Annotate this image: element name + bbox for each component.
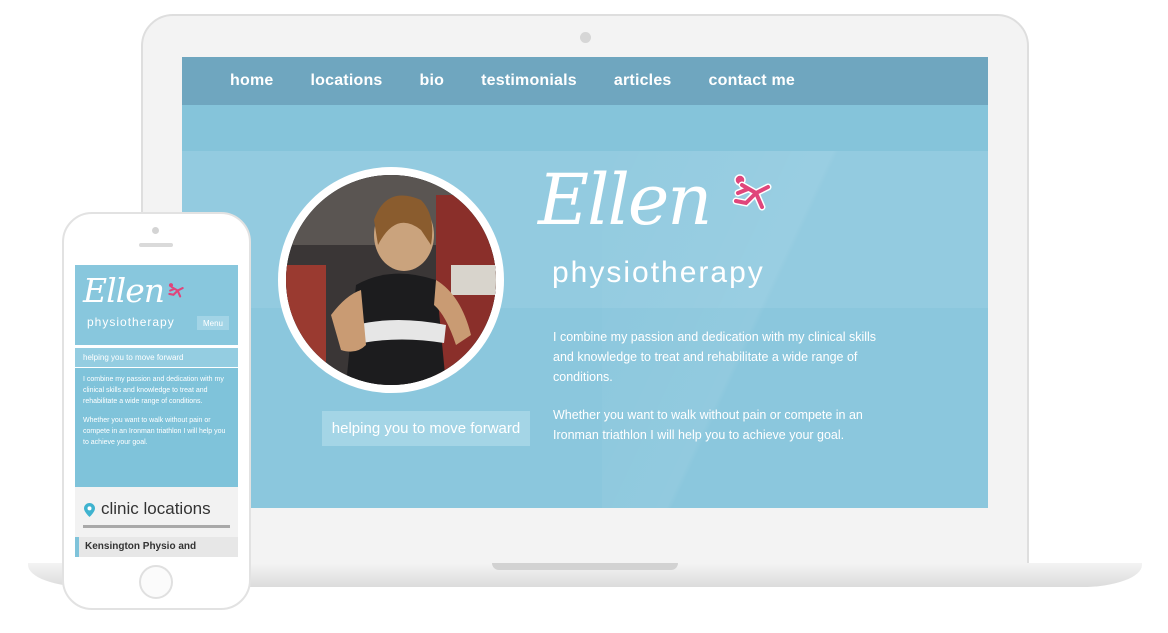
runner-photo-image: [286, 175, 496, 385]
heading-divider: [83, 525, 230, 528]
band-top: [182, 105, 988, 151]
main-nav: home locations bio testimonials articles…: [182, 57, 988, 105]
nav-bio[interactable]: bio: [420, 72, 445, 90]
nav-articles[interactable]: articles: [614, 72, 672, 90]
mobile-paragraph-2: Whether you want to walk without pain or…: [83, 417, 226, 446]
brand-logo: Ellen: [538, 159, 712, 241]
mobile-brand-subtitle: physiotherapy: [87, 315, 175, 329]
mobile-brand-logo: Ellen: [83, 271, 165, 310]
clinic-locations-heading: clinic locations: [101, 499, 211, 518]
profile-photo: [278, 167, 504, 393]
mobile-menu-button[interactable]: Menu: [197, 316, 229, 330]
mobile-header: Ellen physiotherapy Menu: [75, 265, 238, 345]
clinic-list-item[interactable]: Kensington Physio and: [75, 537, 238, 557]
location-pin-icon: [84, 503, 95, 522]
intro-paragraph-2: Whether you want to walk without pain or…: [553, 408, 863, 442]
mobile-site: Ellen physiotherapy Menu helping you to …: [75, 265, 238, 557]
nav-testimonials[interactable]: testimonials: [481, 72, 577, 90]
nav-locations[interactable]: locations: [310, 72, 382, 90]
mobile-tagline: helping you to move forward: [75, 348, 238, 367]
phone-speaker: [139, 243, 173, 247]
mobile-clinic-section: clinic locations Kensington Physio and: [75, 487, 238, 557]
laptop-camera: [580, 32, 591, 43]
brand-subtitle: physiotherapy: [552, 256, 765, 289]
mobile-intro: I combine my passion and dedication with…: [75, 368, 238, 487]
hero-tagline: helping you to move forward: [322, 411, 530, 446]
nav-contact-me[interactable]: contact me: [709, 72, 795, 90]
mobile-paragraph-1: I combine my passion and dedication with…: [83, 376, 224, 405]
desktop-site: home locations bio testimonials articles…: [182, 57, 988, 508]
nav-home[interactable]: home: [230, 72, 273, 90]
laptop-notch: [492, 563, 678, 570]
running-figure-icon: [166, 282, 186, 305]
phone-home-button: [139, 565, 173, 599]
hero-intro: I combine my passion and dedication with…: [553, 327, 898, 463]
running-figure-icon: [728, 173, 776, 220]
phone-camera: [152, 227, 159, 234]
intro-paragraph-1: I combine my passion and dedication with…: [553, 330, 877, 384]
